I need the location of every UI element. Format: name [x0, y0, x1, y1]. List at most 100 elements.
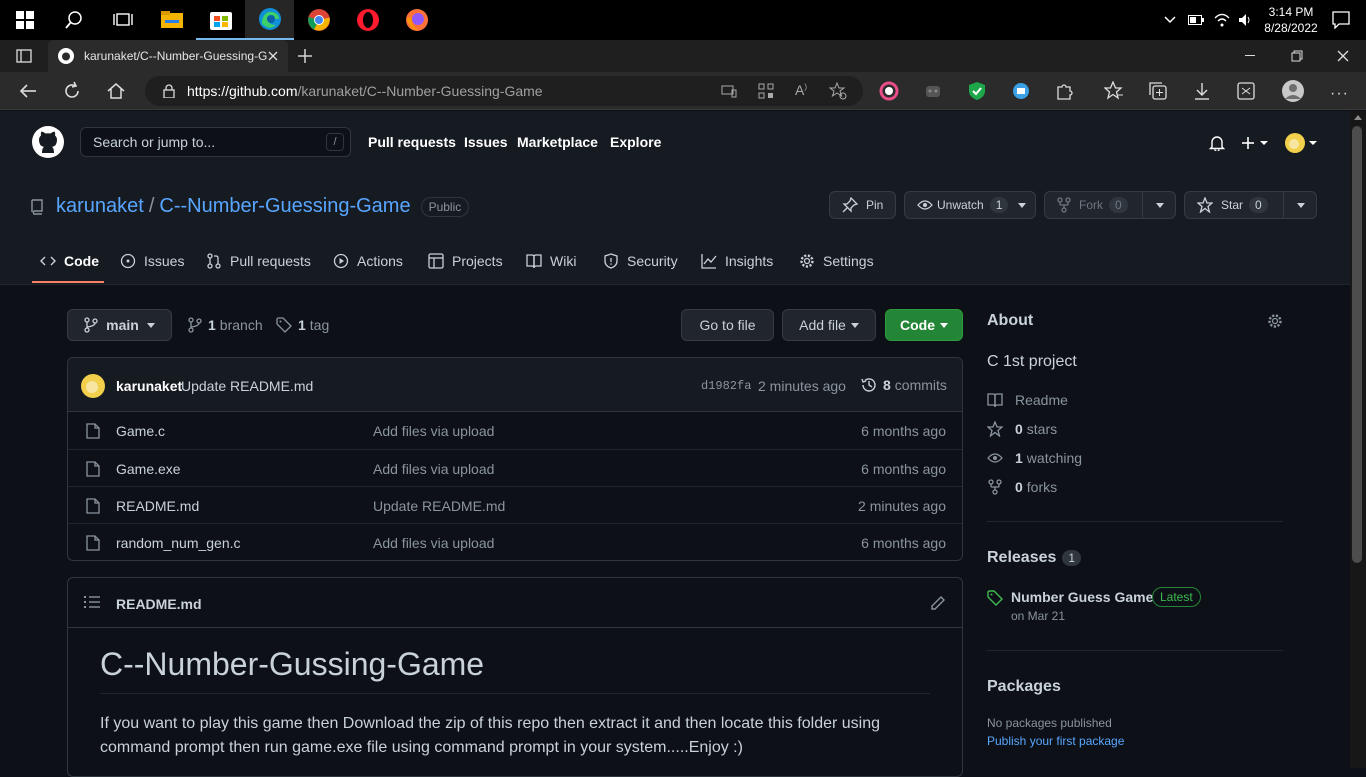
list-unordered-icon[interactable] [84, 595, 100, 609]
downloads-icon[interactable] [1192, 81, 1212, 101]
extension-robot-icon[interactable] [923, 81, 943, 101]
search-icon[interactable] [49, 0, 98, 40]
nav-issues[interactable]: Issues [464, 134, 508, 150]
tab-pull-requests[interactable]: Pull requests [206, 253, 311, 269]
tab-projects[interactable]: Projects [428, 253, 503, 269]
task-view-icon[interactable] [98, 0, 147, 40]
close-tab-icon[interactable] [268, 51, 278, 61]
firefox-icon[interactable] [392, 0, 441, 40]
wifi-icon[interactable] [1214, 13, 1230, 27]
about-watching-link[interactable]: 1 watching [987, 450, 1082, 466]
favorites-icon[interactable] [1104, 81, 1124, 101]
extensions-puzzle-icon[interactable] [1055, 81, 1075, 101]
restore-icon[interactable] [1291, 50, 1303, 62]
branch-select-button[interactable]: main [67, 309, 172, 341]
nav-pull-requests[interactable]: Pull requests [368, 134, 456, 150]
browser-tab-active[interactable]: karunaket/C--Number-Guessing-Game [48, 40, 288, 72]
repo-name-link[interactable]: C--Number-Guessing-Game [159, 195, 410, 218]
repo-owner-link[interactable]: karunaket [56, 195, 144, 218]
address-bar[interactable]: https://github.com/karunaket/C--Number-G… [145, 76, 863, 106]
page-scrollbar[interactable] [1350, 111, 1366, 768]
tab-security[interactable]: Security [603, 253, 678, 269]
tab-wiki[interactable]: Wiki [526, 253, 576, 269]
read-aloud-icon[interactable]: A) [795, 82, 807, 98]
chevron-up-icon[interactable] [1164, 16, 1176, 24]
fork-button[interactable]: Fork 0 [1044, 191, 1176, 219]
more-options-icon[interactable]: ··· [1330, 85, 1349, 103]
readme-filename[interactable]: README.md [116, 596, 202, 612]
table-row[interactable]: Game.c Add files via upload 6 months ago [68, 412, 962, 449]
qr-code-icon[interactable] [758, 83, 774, 99]
tags-link[interactable]: 1 tag [276, 317, 329, 333]
tab-actions-icon[interactable] [16, 48, 32, 64]
create-new-plus-icon[interactable] [1241, 135, 1271, 151]
releases-header[interactable]: Releases 1 [987, 549, 1082, 567]
pin-button[interactable]: Pin [829, 191, 896, 219]
new-tab-icon[interactable] [297, 48, 313, 64]
close-window-icon[interactable] [1337, 50, 1349, 62]
tab-actions[interactable]: Actions [333, 253, 403, 269]
commit-sha[interactable]: d1982fa [701, 379, 751, 393]
add-favorite-icon[interactable] [829, 82, 847, 100]
tab-code[interactable]: Code [40, 253, 99, 269]
extension-color-icon[interactable] [879, 81, 899, 101]
file-commit-message[interactable]: Add files via upload [373, 423, 494, 439]
go-to-file-button[interactable]: Go to file [681, 309, 774, 341]
search-input[interactable]: Search or jump to... / [80, 127, 351, 157]
github-logo-icon[interactable] [32, 126, 64, 158]
file-name[interactable]: Game.exe [116, 461, 181, 477]
packages-title[interactable]: Packages [987, 678, 1061, 696]
edit-pencil-icon[interactable] [930, 595, 946, 611]
commit-message[interactable]: Update README.md [181, 378, 313, 394]
nav-marketplace[interactable]: Marketplace [517, 134, 598, 150]
back-icon[interactable] [18, 81, 38, 101]
file-explorer-icon[interactable] [147, 0, 196, 40]
tab-insights[interactable]: Insights [701, 253, 773, 269]
commits-link[interactable]: 8 commits [861, 377, 947, 393]
file-commit-message[interactable]: Add files via upload [373, 461, 494, 477]
about-forks-link[interactable]: 0 forks [987, 479, 1057, 495]
about-settings-gear-icon[interactable] [1267, 313, 1283, 329]
scrollbar-thumb[interactable] [1352, 126, 1362, 563]
collections-icon[interactable] [1148, 81, 1168, 101]
table-row[interactable]: random_num_gen.c Add files via upload 6 … [68, 523, 962, 560]
star-button[interactable]: Star 0 [1184, 191, 1317, 219]
home-icon[interactable] [106, 81, 126, 101]
lock-icon[interactable] [163, 84, 175, 98]
opera-icon[interactable] [343, 0, 392, 40]
table-row[interactable]: README.md Update README.md 2 minutes ago [68, 486, 962, 523]
code-button[interactable]: Code [885, 309, 963, 341]
add-file-button[interactable]: Add file [782, 309, 876, 341]
minimize-icon[interactable] [1245, 55, 1255, 57]
user-avatar-menu-icon[interactable] [1285, 133, 1319, 153]
about-stars-link[interactable]: 0 stars [987, 421, 1057, 437]
file-name[interactable]: random_num_gen.c [116, 535, 241, 551]
store-icon[interactable] [196, 0, 245, 40]
publish-package-link[interactable]: Publish your first package [987, 734, 1124, 748]
refresh-icon[interactable] [62, 81, 82, 101]
profile-avatar-icon[interactable] [1281, 79, 1305, 103]
fork-dropdown-chevron-icon[interactable] [1142, 192, 1176, 218]
unwatch-button[interactable]: Unwatch 1 [904, 191, 1036, 219]
tab-settings[interactable]: Settings [799, 253, 874, 269]
file-name[interactable]: Game.c [116, 423, 165, 439]
file-name[interactable]: README.md [116, 498, 199, 514]
star-dropdown-chevron-icon[interactable] [1283, 192, 1317, 218]
windows-start-icon[interactable] [0, 0, 49, 40]
volume-icon[interactable] [1238, 13, 1254, 27]
edge-icon[interactable] [245, 0, 294, 40]
about-readme-link[interactable]: Readme [987, 392, 1068, 408]
scroll-up-arrow-icon[interactable] [1354, 115, 1362, 120]
nav-explore[interactable]: Explore [610, 134, 661, 150]
battery-icon[interactable] [1188, 15, 1204, 25]
file-commit-message[interactable]: Update README.md [373, 498, 505, 514]
chrome-icon[interactable] [294, 0, 343, 40]
branches-link[interactable]: 1 branch [188, 317, 263, 333]
author-avatar[interactable] [81, 374, 105, 398]
clock[interactable]: 3:14 PM 8/28/2022 [1258, 4, 1324, 36]
extension-blue-icon[interactable] [1011, 81, 1031, 101]
notification-icon[interactable] [1332, 11, 1350, 29]
math-solver-icon[interactable] [1236, 81, 1256, 101]
app-available-icon[interactable] [721, 83, 737, 99]
commit-author[interactable]: karunaket [116, 378, 182, 394]
